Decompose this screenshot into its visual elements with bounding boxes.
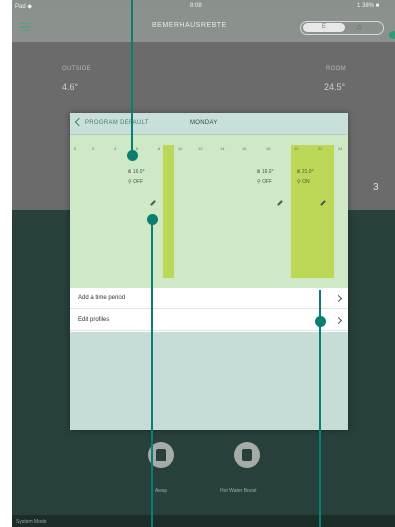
modal-header: PROGRAM DEFAULT MONDAY <box>70 113 348 135</box>
period-2[interactable]: Ⅲ 16.0° ⚲ OFF <box>257 167 274 187</box>
callout-line <box>131 0 133 155</box>
hour-tick: 0 <box>74 146 77 151</box>
period-temp: Ⅲ 16.0° <box>128 169 145 175</box>
chevron-right-icon <box>334 316 343 325</box>
add-time-period-label: Add a time period <box>78 295 126 301</box>
outdoor-label: OUTSIDE <box>62 66 91 72</box>
status-dot-icon <box>389 31 395 39</box>
indoor-label: ROOM <box>326 66 346 72</box>
side-value: 3 <box>373 182 379 193</box>
period-1[interactable]: Ⅲ 16.0° ⚲ OFF <box>128 167 145 187</box>
tap-icon <box>242 449 252 461</box>
outdoor-value: 4.6° <box>62 82 79 92</box>
footer-label: System Mode <box>16 519 47 525</box>
hour-tick: 12 <box>198 146 203 151</box>
callout-dot <box>315 316 326 327</box>
period-temp: Ⅲ 21.0° <box>297 169 314 175</box>
back-button[interactable]: PROGRAM DEFAULT <box>85 120 149 126</box>
callout-dot <box>147 214 158 225</box>
nav-title: BEMERHAUSREBTE <box>152 22 227 29</box>
mode-toggle[interactable]: E ⌂ <box>300 21 384 35</box>
program-modal: PROGRAM DEFAULT MONDAY 0 2 4 6 8 10 12 1… <box>70 113 348 430</box>
pencil-icon[interactable] <box>277 200 283 206</box>
time-period-band[interactable] <box>163 145 174 278</box>
edit-profiles-row[interactable]: Edit profiles <box>70 310 348 331</box>
hour-tick: 18 <box>266 146 271 151</box>
chevron-right-icon <box>334 294 343 303</box>
period-3[interactable]: Ⅲ 21.0° ⚲ ON <box>297 167 314 187</box>
hour-tick: 22 <box>318 146 323 151</box>
day-title: MONDAY <box>190 120 218 126</box>
edit-profiles-label: Edit profiles <box>78 317 110 323</box>
callout-dot <box>127 150 138 161</box>
hour-tick: 20 <box>294 146 299 151</box>
day-timeline[interactable]: 0 2 4 6 8 10 12 14 16 18 20 22 24 Ⅲ 16.0… <box>70 135 348 293</box>
status-time: 8:08 <box>190 3 202 9</box>
time-period-band[interactable] <box>291 145 334 278</box>
hour-tick: 2 <box>92 146 95 151</box>
screenshot-root: Pad ◆ 8:08 1 38% ■ BEMERHAUSREBTE E ⌂ OU… <box>0 0 395 527</box>
status-bar: Pad ◆ 8:08 1 38% ■ <box>12 0 395 12</box>
back-chevron-icon[interactable] <box>74 117 84 127</box>
menu-icon[interactable] <box>20 23 30 31</box>
indoor-value: 24.5° <box>324 82 346 92</box>
hour-tick: 6 <box>136 146 139 151</box>
footer-bar: System Mode <box>12 515 395 527</box>
hour-tick: 16 <box>242 146 247 151</box>
period-mode: ⚲ ON <box>297 179 310 185</box>
period-mode: ⚲ OFF <box>128 179 144 185</box>
away-label: Away <box>155 488 168 494</box>
hot-water-boost-label: Hot Water Boost <box>220 488 257 494</box>
status-right: 1 38% ■ <box>357 3 380 9</box>
period-temp: Ⅲ 16.0° <box>257 169 274 175</box>
nav-bar: BEMERHAUSREBTE E ⌂ <box>12 12 395 42</box>
hot-water-boost-button[interactable] <box>234 442 260 468</box>
hour-tick: 4 <box>114 146 117 151</box>
home-icon[interactable]: ⌂ <box>357 22 362 31</box>
hour-tick: 8 <box>158 146 161 151</box>
callout-line <box>151 218 153 527</box>
hour-tick: 24 <box>338 146 343 151</box>
hour-tick: 14 <box>220 146 225 151</box>
toggle-left-option[interactable]: E <box>303 23 345 32</box>
pencil-icon[interactable] <box>150 200 156 206</box>
status-left: Pad ◆ <box>15 4 32 10</box>
add-time-period-row[interactable]: Add a time period <box>70 288 348 309</box>
hour-tick: 10 <box>178 146 183 151</box>
away-icon <box>156 449 166 461</box>
action-list: Add a time period Edit profiles <box>70 288 348 332</box>
period-mode: ⚲ OFF <box>257 179 273 185</box>
